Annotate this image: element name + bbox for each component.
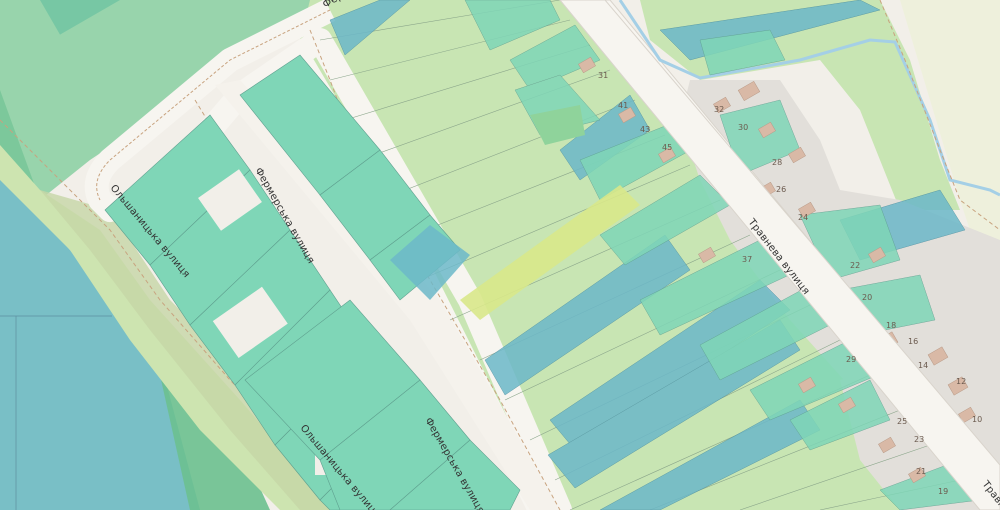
house-number: 26 bbox=[776, 185, 786, 194]
house-number: 32 bbox=[714, 105, 724, 114]
house-number: 30 bbox=[738, 123, 748, 132]
house-number: 29 bbox=[846, 355, 856, 364]
house-number: 23 bbox=[914, 435, 924, 444]
map-svg[interactable]: 31 41 43 45 32 30 28 26 24 22 20 18 16 1… bbox=[0, 0, 1000, 510]
house-number: 31 bbox=[598, 71, 608, 80]
house-number: 24 bbox=[798, 213, 808, 222]
house-number: 45 bbox=[662, 143, 672, 152]
house-number: 16 bbox=[908, 337, 918, 346]
house-number: 25 bbox=[897, 417, 907, 426]
house-number: 21 bbox=[916, 467, 926, 476]
house-number: 14 bbox=[918, 361, 928, 370]
house-number: 20 bbox=[862, 293, 872, 302]
house-number: 37 bbox=[742, 255, 752, 264]
house-number: 18 bbox=[886, 321, 896, 330]
map-canvas[interactable]: 31 41 43 45 32 30 28 26 24 22 20 18 16 1… bbox=[0, 0, 1000, 510]
house-number: 12 bbox=[956, 377, 966, 386]
house-number: 10 bbox=[972, 415, 982, 424]
house-number: 43 bbox=[640, 125, 650, 134]
house-number: 22 bbox=[850, 261, 860, 270]
house-number: 19 bbox=[938, 487, 948, 496]
house-number: 41 bbox=[618, 101, 628, 110]
house-number: 28 bbox=[772, 158, 782, 167]
